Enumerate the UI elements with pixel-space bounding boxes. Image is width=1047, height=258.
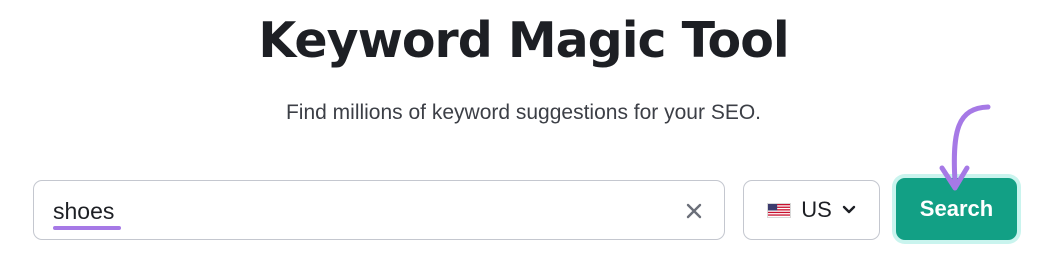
us-flag-icon bbox=[767, 202, 792, 218]
curved-arrow-icon bbox=[939, 104, 991, 191]
clear-search-button[interactable] bbox=[682, 199, 706, 223]
chevron-down-icon bbox=[842, 205, 855, 214]
page-title: Keyword Magic Tool bbox=[258, 12, 789, 69]
keyword-search-input[interactable] bbox=[53, 195, 673, 227]
database-country-select[interactable]: US bbox=[743, 180, 880, 240]
close-icon bbox=[686, 203, 702, 219]
selected-country-code: US bbox=[801, 197, 832, 222]
keyword-magic-tool-page: Keyword Magic Tool Find millions of keyw… bbox=[0, 0, 1047, 258]
page-subtitle: Find millions of keyword suggestions for… bbox=[285, 101, 762, 124]
keyword-highlight-underline bbox=[53, 226, 121, 230]
keyword-search-box bbox=[33, 180, 725, 240]
